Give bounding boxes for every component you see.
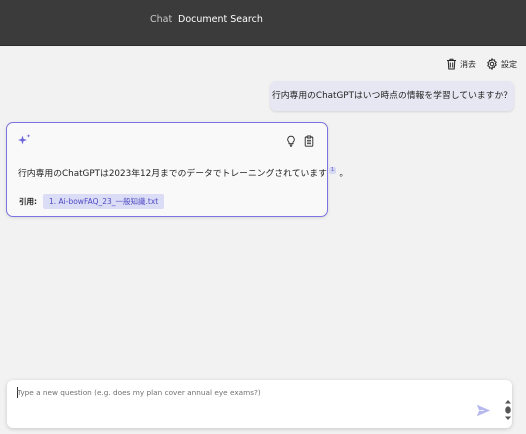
clear-chat-button[interactable]: 消去 xyxy=(446,57,476,71)
nav-tab-chat[interactable]: Chat xyxy=(150,14,172,25)
clipboard-icon[interactable] xyxy=(304,135,314,147)
nav-tab-document-search[interactable]: Document Search xyxy=(178,14,263,25)
citation-marker[interactable]: 1 xyxy=(328,167,337,174)
sparkle-icon xyxy=(18,134,31,145)
answer-end: 。 xyxy=(339,169,349,179)
clear-chat-label: 消去 xyxy=(460,59,476,69)
trash-icon xyxy=(447,58,456,70)
question-input[interactable] xyxy=(17,388,457,397)
answer-card: 行内専用のChatGPTは2023年12月までのデータでトレーニングされています… xyxy=(6,122,348,217)
citation-label: 引用: xyxy=(19,197,37,206)
top-nav-bar: Chat Document Search xyxy=(0,0,526,46)
answer-text: 行内専用のChatGPTは2023年12月までのデータでトレーニングされています… xyxy=(18,166,348,179)
citation-row: 引用: 1. Ai-bowFAQ_23_一般知識.txt xyxy=(19,194,165,209)
question-input-box xyxy=(7,380,512,428)
user-message-bubble: 行内専用のChatGPTはいつ時点の情報を学習していますか？ xyxy=(270,81,514,111)
lightbulb-icon[interactable] xyxy=(286,135,296,147)
settings-label: 設定 xyxy=(501,59,517,69)
citation-link[interactable]: 1. Ai-bowFAQ_23_一般知識.txt xyxy=(43,194,165,209)
scroll-handle-icon[interactable] xyxy=(504,399,512,421)
settings-button[interactable]: 設定 xyxy=(486,57,517,71)
send-icon[interactable] xyxy=(476,404,491,417)
answer-body: 行内専用のChatGPTは2023年12月までのデータでトレーニングされています xyxy=(18,169,327,179)
gear-icon xyxy=(487,58,497,70)
